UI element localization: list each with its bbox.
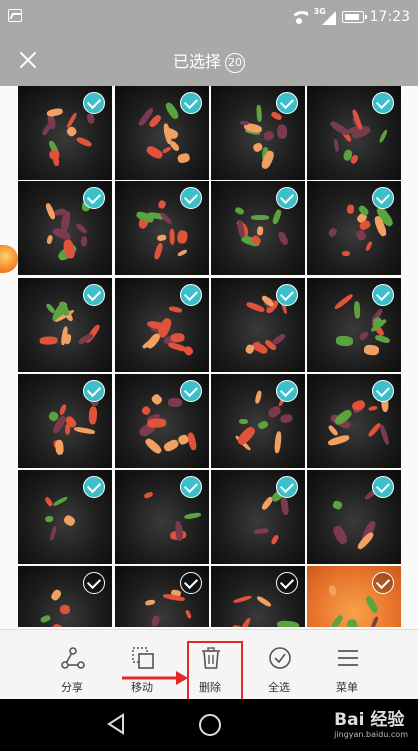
delete-highlight-box	[187, 641, 243, 701]
photo-thumbnail[interactable]	[18, 566, 112, 627]
photo-thumbnail[interactable]	[211, 181, 305, 275]
checked-icon[interactable]	[276, 187, 298, 209]
photo-thumbnail[interactable]	[211, 278, 305, 372]
photo-thumbnail[interactable]	[115, 86, 209, 180]
share-label: 分享	[61, 681, 83, 694]
menu-label: 菜单	[336, 681, 358, 694]
photo-thumbnail[interactable]	[307, 86, 401, 180]
checked-icon[interactable]	[276, 284, 298, 306]
photo-content	[64, 423, 71, 436]
photo-content	[54, 439, 64, 456]
checked-icon[interactable]	[83, 380, 105, 402]
menu-button[interactable]: 菜单	[317, 630, 377, 700]
menu-icon	[338, 650, 358, 666]
selection-header: 已选择 20	[0, 33, 418, 86]
unchecked-icon[interactable]	[83, 572, 105, 594]
checked-icon[interactable]	[276, 476, 298, 498]
checked-icon[interactable]	[372, 476, 394, 498]
checked-icon[interactable]	[83, 187, 105, 209]
checked-icon[interactable]	[276, 92, 298, 114]
annotation-arrow	[122, 671, 188, 685]
checked-icon[interactable]	[180, 187, 202, 209]
share-icon	[61, 647, 85, 669]
photo-thumbnail[interactable]	[307, 566, 401, 627]
photo-thumbnail[interactable]	[115, 374, 209, 468]
photo-content	[257, 225, 264, 236]
photo-content	[335, 335, 354, 346]
back-icon[interactable]	[106, 713, 126, 735]
photo-thumbnail[interactable]	[211, 566, 305, 627]
photo-content	[328, 585, 337, 597]
photo-thumbnail[interactable]	[18, 86, 112, 180]
select-all-icon	[269, 647, 291, 669]
watermark-url: jingyan.baidu.com	[334, 730, 408, 739]
photo-content	[277, 124, 288, 139]
gallery-icon	[8, 9, 22, 22]
checked-icon[interactable]	[83, 476, 105, 498]
system-nav-bar: Bai 经验 jingyan.baidu.com	[0, 699, 418, 751]
photo-content	[175, 520, 181, 531]
photo-thumbnail[interactable]	[211, 470, 305, 564]
floating-indicator[interactable]	[0, 245, 18, 273]
page-title: 已选择 20	[0, 48, 418, 73]
checked-icon[interactable]	[180, 284, 202, 306]
home-icon[interactable]	[199, 714, 221, 736]
photo-content	[156, 233, 167, 241]
move-button[interactable]: 移动	[112, 630, 172, 700]
status-time: 17:23	[369, 9, 410, 25]
wifi-icon	[289, 10, 308, 24]
photo-thumbnail[interactable]	[18, 181, 112, 275]
battery-icon	[341, 11, 367, 23]
photo-content	[176, 229, 188, 244]
share-button[interactable]: 分享	[42, 630, 102, 700]
checked-icon[interactable]	[83, 284, 105, 306]
watermark: Bai 经验 jingyan.baidu.com	[334, 705, 408, 739]
checked-icon[interactable]	[180, 380, 202, 402]
signal-icon: 3G	[314, 7, 336, 25]
photo-thumbnail[interactable]	[115, 566, 209, 627]
photo-thumbnail[interactable]	[307, 470, 401, 564]
title-text: 已选择	[172, 52, 221, 71]
photo-content	[341, 250, 351, 257]
photo-thumbnail[interactable]	[307, 374, 401, 468]
selected-count-badge: 20	[225, 53, 245, 73]
unchecked-icon[interactable]	[276, 572, 298, 594]
unchecked-icon[interactable]	[180, 572, 202, 594]
status-icons: 3G 17:23	[289, 7, 410, 27]
photo-content	[347, 204, 355, 214]
select-all-label: 全选	[268, 681, 290, 694]
checked-icon[interactable]	[372, 380, 394, 402]
photo-thumbnail[interactable]	[18, 278, 112, 372]
photo-grid	[18, 86, 402, 627]
checked-icon[interactable]	[83, 92, 105, 114]
photo-thumbnail[interactable]	[115, 278, 209, 372]
checked-icon[interactable]	[276, 380, 298, 402]
photo-content	[167, 397, 183, 408]
photo-thumbnail[interactable]	[211, 86, 305, 180]
checked-icon[interactable]	[372, 284, 394, 306]
photo-thumbnail[interactable]	[307, 278, 401, 372]
unchecked-icon[interactable]	[372, 572, 394, 594]
watermark-text: Bai 经验	[334, 710, 405, 730]
photo-thumbnail[interactable]	[211, 374, 305, 468]
checked-icon[interactable]	[180, 476, 202, 498]
status-bar: 3G 17:23	[0, 0, 418, 33]
photo-thumbnail[interactable]	[115, 470, 209, 564]
checked-icon[interactable]	[372, 187, 394, 209]
photo-thumbnail[interactable]	[307, 181, 401, 275]
photo-content	[87, 406, 98, 425]
move-icon	[132, 647, 154, 669]
photo-thumbnail[interactable]	[18, 470, 112, 564]
photo-thumbnail[interactable]	[115, 181, 209, 275]
photo-content	[59, 605, 70, 615]
photo-thumbnail[interactable]	[18, 374, 112, 468]
select-all-button[interactable]: 全选	[249, 630, 309, 700]
checked-icon[interactable]	[372, 92, 394, 114]
checked-icon[interactable]	[180, 92, 202, 114]
photo-content	[363, 343, 379, 355]
